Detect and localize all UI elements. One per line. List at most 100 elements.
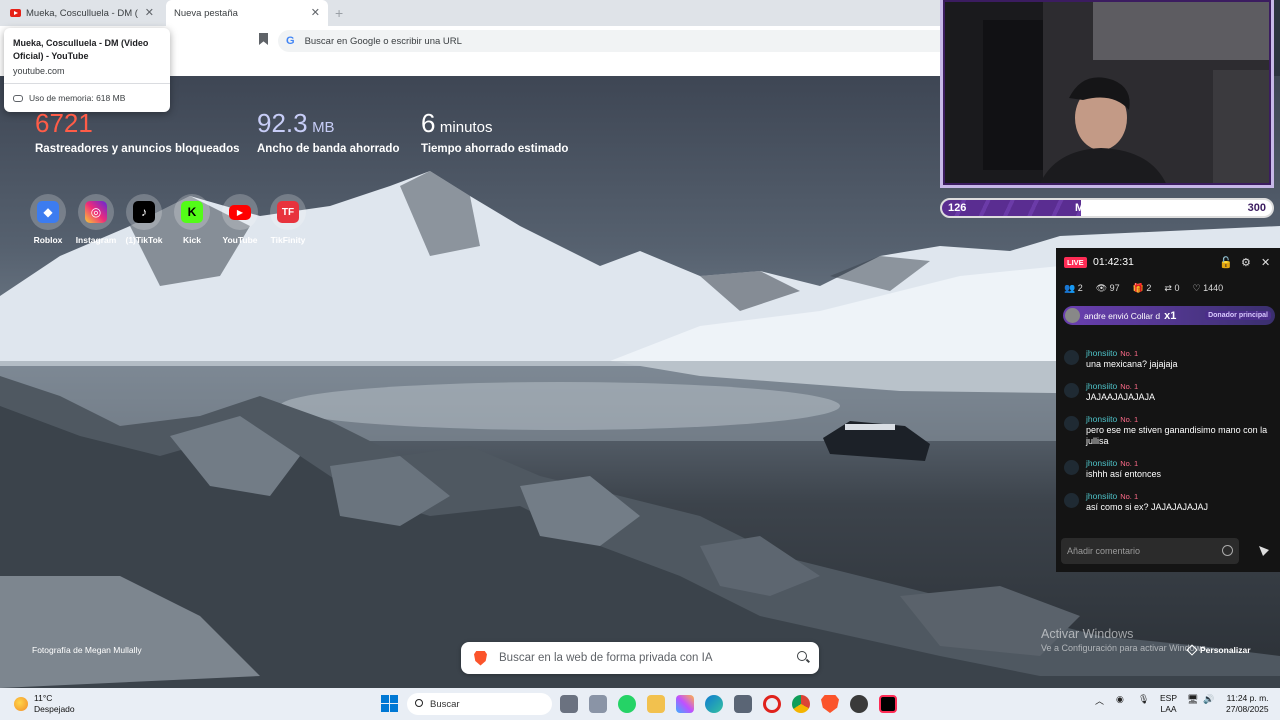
windows-start-icon[interactable] bbox=[381, 695, 398, 712]
lock-icon[interactable]: 🔓 bbox=[1219, 256, 1233, 269]
stat-trackers-blocked: 6721 Rastreadores y anuncios bloqueados bbox=[35, 108, 240, 155]
taskbar-search-label: Buscar bbox=[430, 698, 460, 710]
language-code: ESP bbox=[1160, 693, 1178, 703]
comment-list: jhonsiito No. 1 una mexicana? jajajaja jh… bbox=[1064, 348, 1276, 524]
search-icon[interactable] bbox=[797, 651, 807, 661]
close-icon[interactable]: ✕ bbox=[311, 7, 320, 19]
stat-unit: MB bbox=[312, 119, 335, 136]
top-donor-badge: Donador principal bbox=[1205, 311, 1271, 320]
comment-user[interactable]: jhonsiito bbox=[1086, 458, 1117, 468]
divider bbox=[4, 83, 170, 84]
comment-placeholder: Añadir comentario bbox=[1067, 546, 1141, 556]
comment-user[interactable]: jhonsiito bbox=[1086, 414, 1117, 424]
stat-unit: minutos bbox=[439, 119, 493, 136]
viewers-stat: 👥 2 bbox=[1064, 283, 1083, 293]
clock[interactable]: 11:24 p. m. 27/08/2025 bbox=[1226, 693, 1269, 715]
memory-icon bbox=[13, 94, 23, 102]
comment-text: JAJAAJAJAJAJA bbox=[1086, 392, 1156, 402]
comment-user[interactable]: jhonsiito bbox=[1086, 348, 1117, 358]
watermark-subtitle: Ve a Configuración para activar Windows. bbox=[1041, 643, 1209, 653]
weather-temp: 11°C bbox=[34, 693, 53, 703]
network-icon[interactable]: 🖥 bbox=[1187, 694, 1198, 705]
photo-credit[interactable]: Fotografía de Megan Mullally bbox=[32, 645, 142, 655]
youtube-icon bbox=[10, 9, 21, 17]
live-stats: 👥 2 👁 97 🎁 2 ⇄ 0 ♡ 1440 bbox=[1064, 283, 1236, 294]
send-icon[interactable] bbox=[1259, 546, 1269, 556]
shortcut-label: Roblox bbox=[33, 235, 63, 245]
microphone-icon[interactable]: 🎙 bbox=[1138, 694, 1149, 705]
activate-windows-watermark: Activar Windows Ve a Configuración para … bbox=[1041, 627, 1208, 653]
shortcut-tikfinity[interactable]: TF TikFinity bbox=[266, 194, 310, 245]
shortcut-label: (1)TikTok bbox=[125, 235, 163, 245]
tiktok-live-studio-icon[interactable] bbox=[879, 695, 897, 713]
brave-icon[interactable] bbox=[821, 695, 839, 713]
live-timer: 01:42:31 bbox=[1093, 256, 1134, 268]
stat-label: Ancho de banda ahorrado bbox=[257, 143, 400, 155]
shortcut-youtube[interactable]: ▶ YouTube bbox=[218, 194, 262, 245]
comment-user[interactable]: jhonsiito bbox=[1086, 491, 1117, 501]
shortcut-instagram[interactable]: ◎ Instagram bbox=[74, 194, 118, 245]
bookmark-icon[interactable] bbox=[259, 33, 268, 45]
tab-youtube-video[interactable]: Mueka, Cosculluela - DM (Video Oficial) … bbox=[0, 0, 162, 26]
emoji-icon[interactable] bbox=[1222, 545, 1233, 556]
customize-button[interactable]: Personalizar bbox=[1186, 644, 1251, 656]
opera-icon[interactable] bbox=[763, 695, 781, 713]
language-indicator[interactable]: ESP LAA bbox=[1160, 693, 1177, 715]
rank-badge: No. 1 bbox=[1120, 492, 1139, 501]
rank-badge: No. 1 bbox=[1120, 349, 1139, 358]
comment-text: ishhh así entonces bbox=[1086, 469, 1162, 479]
stat-value: 92.3 bbox=[257, 108, 308, 138]
comment-input[interactable]: Añadir comentario bbox=[1061, 538, 1239, 564]
customize-label: Personalizar bbox=[1200, 645, 1251, 655]
google-icon: G bbox=[286, 35, 295, 47]
shortcut-label: YouTube bbox=[222, 235, 258, 245]
chevron-up-icon[interactable]: ︿ bbox=[1095, 694, 1104, 707]
shortcut-tiktok[interactable]: ♪ (1)TikTok bbox=[122, 194, 166, 245]
file-explorer-icon[interactable] bbox=[647, 695, 665, 713]
settings-icon[interactable]: ⚙ bbox=[1241, 256, 1251, 269]
comment: jhonsiito No. 1 ishhh así entonces bbox=[1064, 458, 1276, 480]
address-bar-placeholder: Buscar en Google o escribir una URL bbox=[304, 35, 462, 47]
youtube-icon: ▶ bbox=[229, 204, 251, 220]
edge-icon[interactable] bbox=[705, 695, 723, 713]
chrome-icon[interactable] bbox=[792, 695, 810, 713]
shortcut-roblox[interactable]: ◆ Roblox bbox=[26, 194, 70, 245]
comment-text: una mexicana? jajajaja bbox=[1086, 359, 1178, 369]
task-view-icon[interactable] bbox=[560, 695, 578, 713]
address-bar[interactable]: G Buscar en Google o escribir una URL bbox=[278, 30, 940, 52]
whatsapp-icon[interactable] bbox=[618, 695, 636, 713]
close-icon[interactable]: ✕ bbox=[145, 7, 154, 19]
stat-bandwidth-saved: 92.3 MB Ancho de banda ahorrado bbox=[257, 108, 400, 155]
members-current: 126 bbox=[948, 202, 967, 214]
store-icon[interactable] bbox=[734, 695, 752, 713]
private-search-input[interactable]: Buscar en la web de forma privada con IA bbox=[461, 642, 819, 674]
tab-title: Nueva pestaña bbox=[174, 7, 238, 19]
volume-icon[interactable]: 🔊 bbox=[1203, 694, 1214, 705]
tab-title: Mueka, Cosculluela - DM (Video Oficial) … bbox=[26, 7, 138, 19]
shortcut-kick[interactable]: K Kick bbox=[170, 194, 214, 245]
close-icon[interactable]: ✕ bbox=[1261, 256, 1270, 269]
comment: jhonsiito No. 1 pero ese me stiven ganand… bbox=[1064, 414, 1276, 447]
widgets-icon[interactable] bbox=[589, 695, 607, 713]
weather-widget[interactable]: 11°C Despejado bbox=[14, 693, 75, 715]
tab-new-tab[interactable]: Nueva pestaña ✕ bbox=[166, 0, 328, 26]
obs-icon[interactable] bbox=[850, 695, 868, 713]
comment-user[interactable]: jhonsiito bbox=[1086, 381, 1117, 391]
watermark-title: Activar Windows bbox=[1041, 627, 1134, 641]
comment: jhonsiito No. 1 JAJAAJAJAJAJA bbox=[1064, 381, 1276, 403]
copilot-icon[interactable] bbox=[676, 695, 694, 713]
gift-banner: andre envió Collar d x1 Donador principa… bbox=[1063, 306, 1275, 325]
rank-badge: No. 1 bbox=[1120, 415, 1139, 424]
members-goal: 300 bbox=[1247, 202, 1266, 214]
stat-label: Tiempo ahorrado estimado bbox=[421, 143, 569, 155]
taskbar-search[interactable]: Buscar bbox=[407, 693, 552, 715]
weather-desc: Despejado bbox=[34, 704, 75, 714]
new-tab-button[interactable]: + bbox=[335, 5, 343, 21]
hover-card-url: youtube.com bbox=[13, 66, 65, 76]
tab-hover-card: Mueka, Cosculluela - DM (Video Oficial) … bbox=[4, 28, 170, 112]
comment-text: pero ese me stiven ganandisimo mano con … bbox=[1086, 425, 1268, 446]
stat-value: 6721 bbox=[35, 108, 93, 138]
avatar bbox=[1064, 416, 1079, 431]
tray-app-icon[interactable]: ◉ bbox=[1116, 694, 1124, 705]
comment: jhonsiito No. 1 una mexicana? jajajaja bbox=[1064, 348, 1276, 370]
